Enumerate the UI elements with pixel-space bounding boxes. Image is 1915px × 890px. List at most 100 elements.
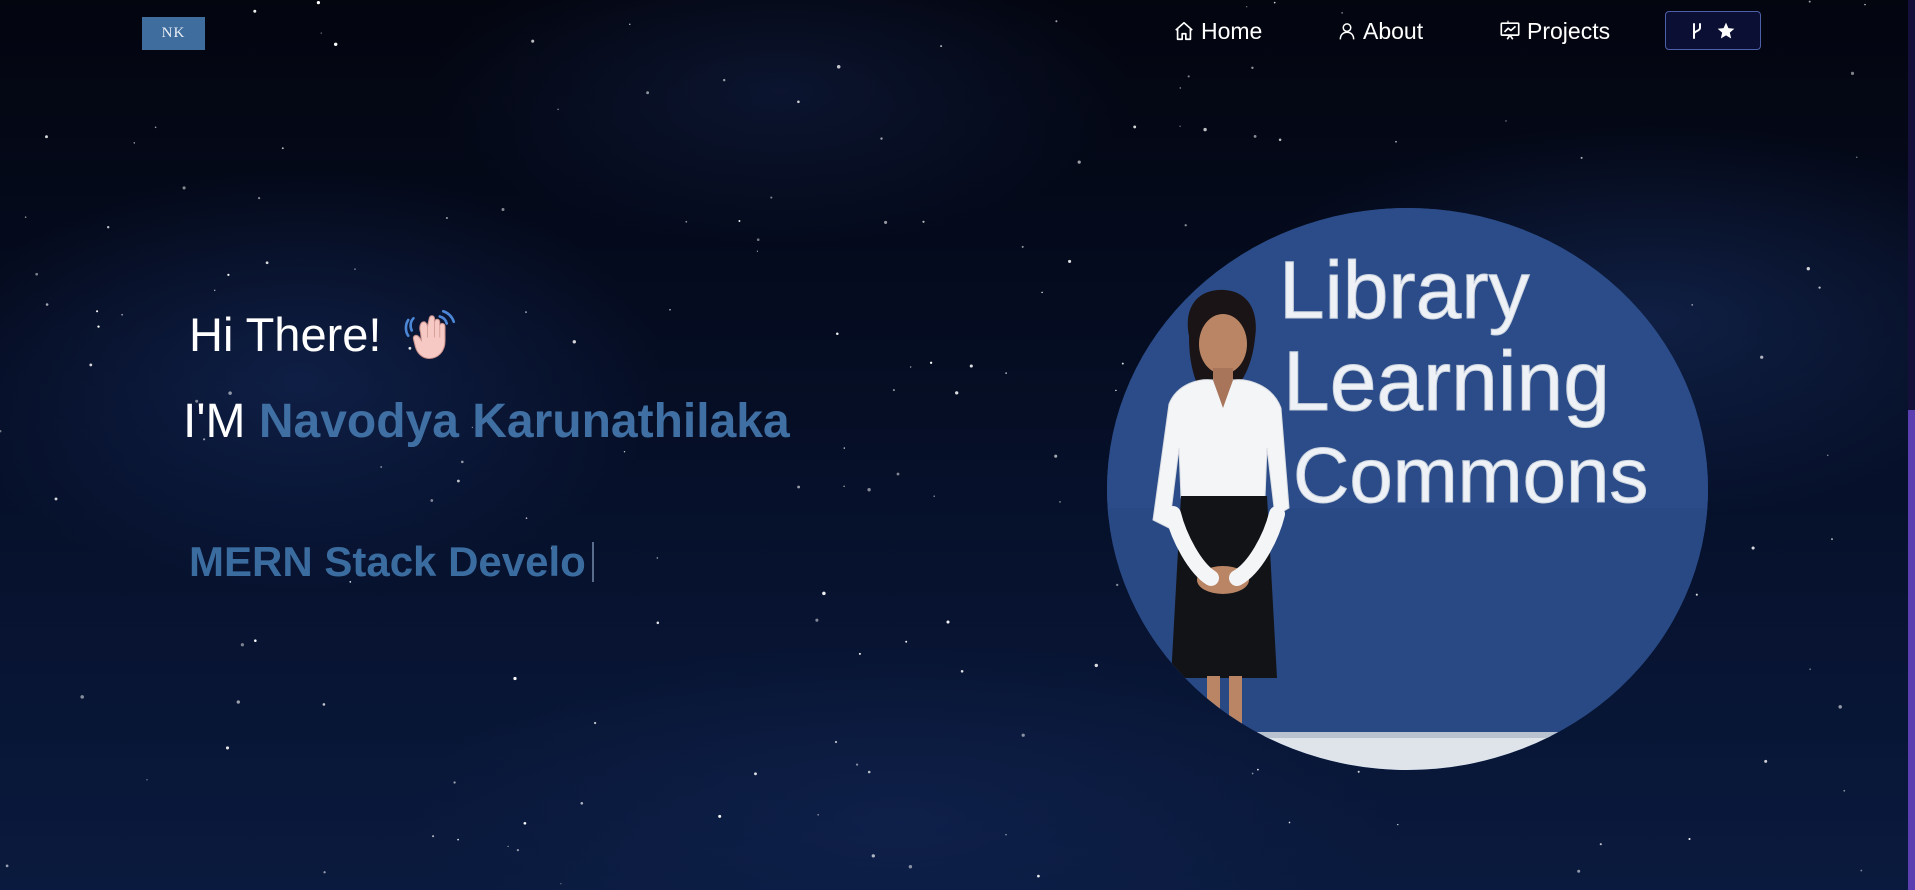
nav-home-link[interactable]: Home	[1173, 11, 1262, 51]
star	[354, 268, 356, 270]
star	[257, 196, 261, 200]
star	[1179, 87, 1182, 89]
star	[1818, 286, 1821, 289]
star	[669, 309, 671, 311]
star	[1855, 156, 1858, 159]
star	[896, 472, 900, 476]
star	[1251, 772, 1254, 775]
star	[557, 108, 559, 111]
star	[225, 746, 230, 750]
star	[1115, 389, 1117, 392]
scrollbar-thumb[interactable]	[1908, 410, 1915, 890]
star	[1054, 454, 1058, 458]
star	[646, 91, 650, 95]
star	[45, 135, 48, 139]
star	[1843, 789, 1846, 792]
star	[456, 479, 460, 483]
star	[1179, 125, 1181, 127]
star	[525, 311, 527, 314]
github-button[interactable]	[1665, 11, 1761, 50]
nav-projects-label: Projects	[1527, 17, 1611, 44]
star	[457, 838, 459, 841]
star	[54, 497, 58, 501]
star	[1838, 705, 1842, 709]
star	[756, 250, 759, 252]
star	[940, 45, 943, 48]
star	[320, 32, 322, 34]
site-logo[interactable]: NK	[142, 17, 205, 50]
star	[817, 814, 819, 816]
star	[1599, 843, 1602, 846]
star	[1809, 668, 1811, 670]
star	[213, 289, 216, 292]
star	[1691, 304, 1694, 306]
star	[1808, 0, 1811, 3]
star	[1246, 6, 1248, 8]
star	[871, 854, 875, 858]
star	[1864, 3, 1866, 6]
star	[560, 883, 562, 885]
star	[1580, 156, 1583, 159]
star	[323, 871, 326, 874]
star	[525, 517, 528, 519]
star	[1077, 160, 1081, 164]
fork-icon	[1693, 22, 1701, 39]
star	[1121, 362, 1124, 365]
star	[905, 640, 908, 643]
star	[1005, 372, 1007, 374]
star	[623, 451, 626, 453]
star	[1184, 224, 1187, 227]
star	[892, 389, 895, 392]
star	[1273, 1, 1276, 4]
star	[430, 499, 434, 502]
star	[461, 460, 464, 464]
star	[933, 495, 935, 498]
star	[523, 821, 527, 825]
star	[855, 763, 859, 766]
star	[1764, 759, 1768, 763]
waving-hand-icon	[405, 309, 456, 360]
star	[685, 220, 688, 223]
star	[1751, 546, 1755, 550]
star	[1094, 663, 1098, 668]
star	[1278, 138, 1282, 142]
star	[35, 272, 39, 276]
nav-about-label: About	[1363, 17, 1424, 44]
star	[969, 364, 973, 368]
star	[754, 772, 757, 776]
star	[1041, 291, 1043, 294]
star	[333, 42, 338, 47]
star	[880, 137, 883, 140]
star	[946, 620, 950, 624]
star	[910, 366, 912, 368]
star	[1827, 454, 1829, 456]
presentation-icon	[1500, 22, 1520, 40]
star	[1395, 141, 1397, 143]
home-icon	[1175, 21, 1193, 41]
star	[445, 216, 448, 220]
star	[756, 238, 760, 242]
star	[1068, 259, 1072, 263]
star	[1021, 245, 1024, 248]
star	[836, 65, 841, 69]
profile-photo: Library Learning Commons	[1107, 208, 1708, 770]
star	[656, 557, 659, 559]
star	[738, 220, 741, 222]
star	[507, 845, 509, 848]
star	[380, 466, 383, 468]
star	[316, 0, 321, 5]
star	[815, 618, 819, 622]
star	[1133, 125, 1137, 129]
star	[843, 485, 845, 487]
nav-projects-link[interactable]: Projects	[1499, 11, 1610, 51]
nav-about-link[interactable]: About	[1337, 11, 1423, 51]
star	[1059, 501, 1061, 503]
star	[531, 39, 535, 43]
typing-cursor	[591, 542, 594, 582]
star	[107, 226, 110, 229]
star	[908, 865, 913, 869]
star	[281, 147, 284, 150]
star	[1253, 134, 1257, 138]
star	[516, 848, 520, 852]
star	[89, 363, 93, 367]
